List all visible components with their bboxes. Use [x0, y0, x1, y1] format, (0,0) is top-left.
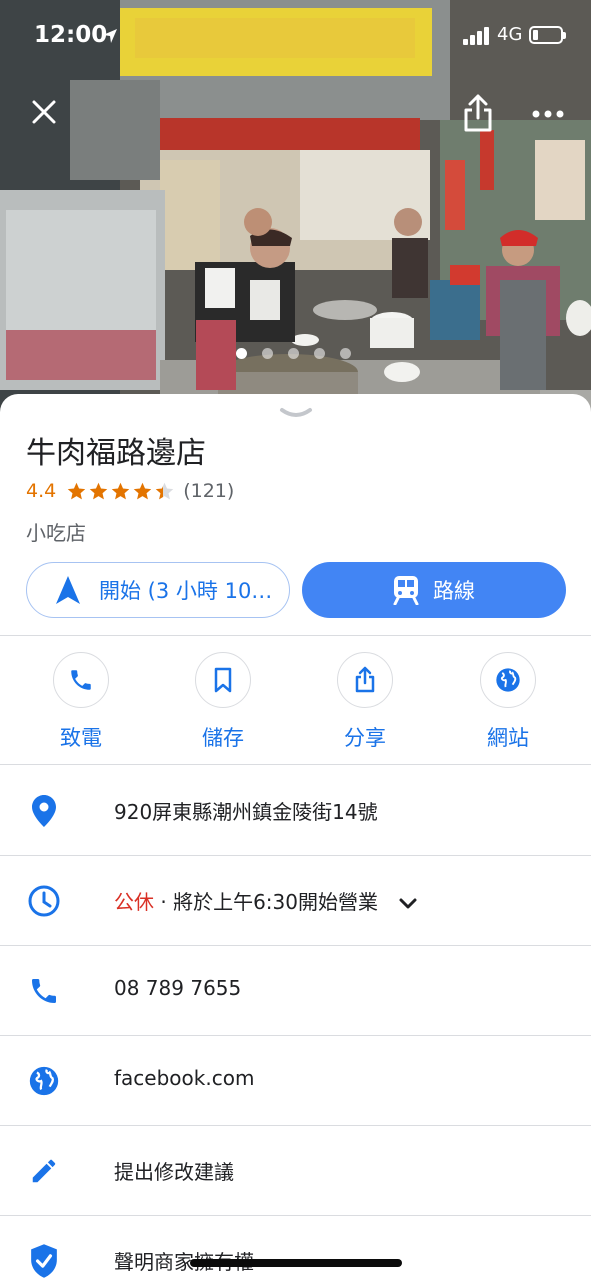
- divider: [0, 635, 591, 636]
- more-icon: [532, 110, 564, 118]
- star-icon: [89, 482, 108, 499]
- share-photo-button[interactable]: [458, 92, 498, 136]
- website-text: facebook.com: [114, 1066, 255, 1090]
- close-icon: [32, 100, 56, 124]
- claim-business-row[interactable]: 聲明商家擁有權: [0, 1215, 591, 1280]
- call-label: 致電: [60, 726, 102, 750]
- place-sheet: 牛肉福路邊店 4.4 (121) 小吃店 開始 (3 小時 10… 路線 致電 …: [0, 394, 591, 1280]
- photo-pagination[interactable]: [236, 348, 351, 360]
- phone-icon: [26, 973, 62, 1009]
- hours-status: 公休: [114, 890, 154, 914]
- phone-icon: [71, 670, 91, 690]
- directions-button[interactable]: 路線: [302, 562, 566, 618]
- place-category: 小吃店: [26, 521, 86, 545]
- more-options-button[interactable]: [528, 100, 568, 128]
- pagination-dot[interactable]: [340, 348, 351, 359]
- hours-row[interactable]: 公休 · 將於上午6:30開始營業: [0, 855, 591, 945]
- signal-strength-icon: [463, 27, 491, 45]
- suggest-edit-text: 提出修改建議: [114, 1160, 234, 1184]
- location-arrow-icon: [103, 29, 117, 43]
- phone-text: 08 789 7655: [114, 976, 242, 1000]
- save-action[interactable]: 儲存: [168, 652, 278, 762]
- share-circle: [337, 652, 393, 708]
- location-pin-icon: [26, 793, 62, 829]
- start-navigation-button[interactable]: 開始 (3 小時 10…: [26, 562, 290, 618]
- navigation-arrow-icon: [56, 576, 80, 604]
- place-title: 牛肉福路邊店: [26, 436, 206, 471]
- pagination-dot[interactable]: [236, 348, 247, 359]
- star-icon: [133, 482, 152, 499]
- bookmark-icon: [214, 667, 232, 693]
- clock-icon: [26, 883, 62, 919]
- address-text: 920屏東縣潮州鎮金陵街14號: [114, 800, 378, 824]
- close-button[interactable]: [24, 92, 64, 132]
- pagination-dot[interactable]: [262, 348, 273, 359]
- share-icon: [464, 94, 492, 132]
- verified-shield-icon: [26, 1243, 62, 1279]
- phone-row[interactable]: 08 789 7655: [0, 945, 591, 1035]
- place-photo[interactable]: 12:00 4G: [0, 0, 591, 412]
- directions-label: 路線: [433, 579, 475, 603]
- call-action[interactable]: 致電: [26, 652, 136, 762]
- share-label: 分享: [344, 726, 386, 750]
- globe-icon: [26, 1063, 62, 1099]
- suggest-edit-row[interactable]: 提出修改建議: [0, 1125, 591, 1215]
- status-bar: 12:00 4G: [0, 0, 591, 72]
- rating-stars: [66, 481, 175, 502]
- rating-row[interactable]: 4.4 (121): [26, 478, 234, 504]
- chevron-down-icon: [280, 408, 312, 417]
- rating-value: 4.4: [26, 480, 57, 502]
- share-icon: [355, 666, 375, 693]
- hours-text: 公休 · 將於上午6:30開始營業: [114, 886, 418, 915]
- quick-actions: 致電 儲存 分享 網站: [0, 652, 591, 762]
- home-indicator[interactable]: [190, 1259, 402, 1267]
- globe-icon: [496, 668, 520, 692]
- call-circle: [53, 652, 109, 708]
- website-row[interactable]: facebook.com: [0, 1035, 591, 1125]
- save-label: 儲存: [202, 726, 244, 750]
- pagination-dot[interactable]: [314, 348, 325, 359]
- website-label: 網站: [487, 726, 529, 750]
- status-time: 12:00: [34, 22, 108, 48]
- hours-next-open: · 將於上午6:30開始營業: [160, 890, 378, 914]
- review-count: (121): [183, 480, 235, 502]
- network-type: 4G: [497, 24, 523, 45]
- battery-icon: [529, 26, 566, 44]
- start-label: 開始 (3 小時 10…: [99, 579, 273, 603]
- pencil-icon: [26, 1153, 62, 1189]
- transit-icon: [393, 576, 419, 605]
- sheet-handle[interactable]: [276, 404, 316, 422]
- star-icon: [67, 482, 86, 499]
- share-action[interactable]: 分享: [310, 652, 420, 762]
- website-action[interactable]: 網站: [453, 652, 563, 762]
- star-icon: [111, 482, 130, 499]
- website-circle: [480, 652, 536, 708]
- star-icon: [155, 482, 174, 499]
- save-circle: [195, 652, 251, 708]
- pagination-dot[interactable]: [288, 348, 299, 359]
- address-row[interactable]: 920屏東縣潮州鎮金陵街14號: [0, 765, 591, 855]
- chevron-down-icon[interactable]: [398, 897, 418, 911]
